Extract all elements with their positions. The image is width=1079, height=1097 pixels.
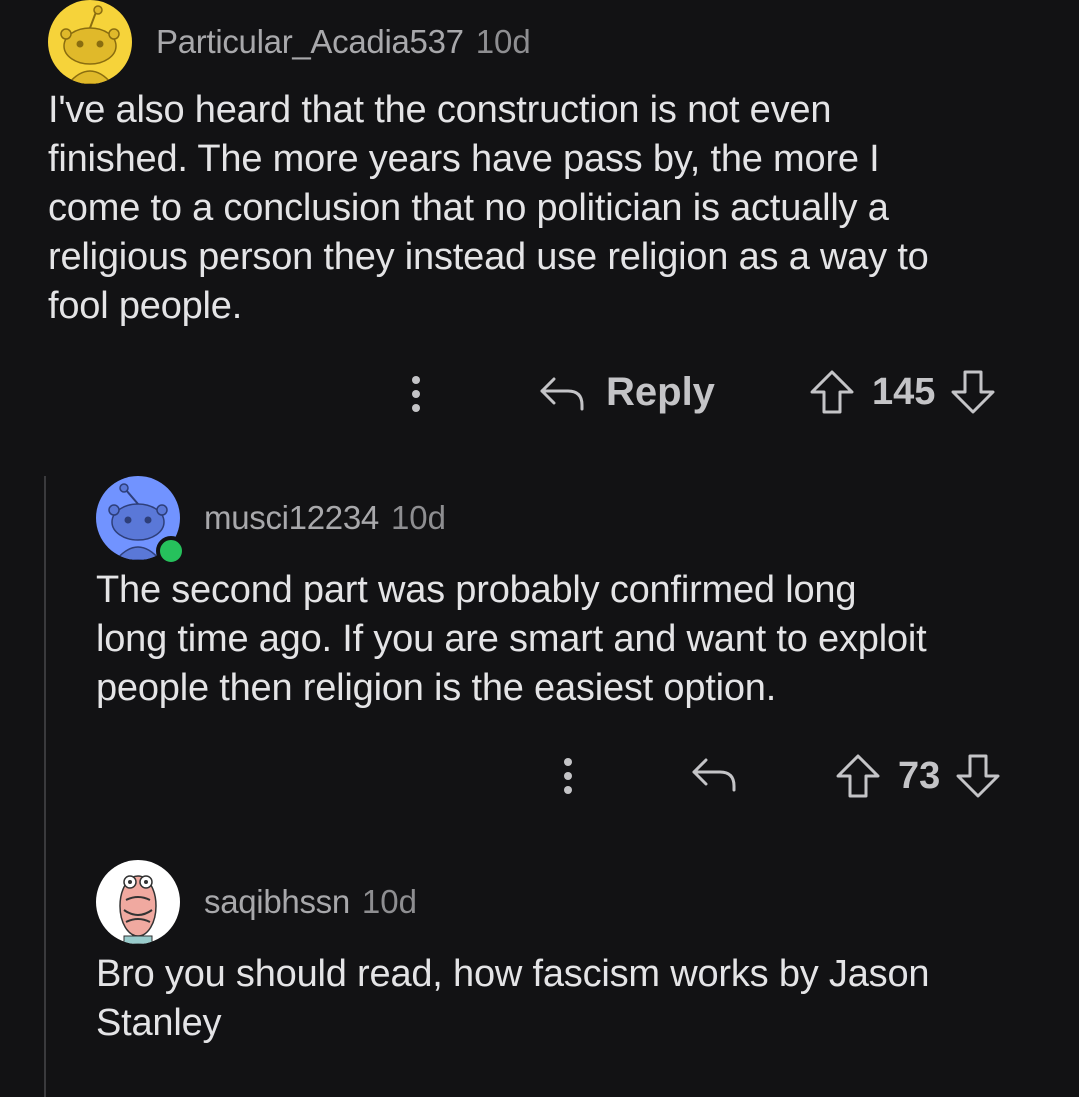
cartoon-face-avatar-icon (119, 875, 157, 944)
vote-score: 145 (872, 370, 936, 413)
comment-body: The second part was probably confirmed l… (96, 569, 927, 709)
reply-button[interactable]: Reply (538, 370, 715, 415)
upvote-button[interactable] (834, 752, 882, 800)
comment-age: 10d (475, 23, 531, 60)
more-options-button[interactable] (404, 370, 428, 418)
reply-arrow-icon (540, 377, 584, 410)
comment-header: musci12234 10d (96, 476, 447, 566)
vote-score: 73 (898, 754, 941, 797)
downvote-button[interactable] (949, 368, 997, 416)
comment-header: Particular_Acadia537 10d (48, 0, 531, 84)
more-options-button[interactable] (556, 752, 580, 800)
more-options-icon (564, 758, 572, 794)
upvote-arrow-icon (836, 754, 880, 798)
upvote-button[interactable] (808, 368, 856, 416)
avatar[interactable] (48, 0, 132, 84)
vote-controls: 73 (834, 752, 1002, 800)
downvote-button[interactable] (954, 752, 1002, 800)
downvote-arrow-icon (956, 754, 1000, 798)
username[interactable]: saqibhssn (204, 883, 350, 921)
comment-body: Bro you should read, how fascism works b… (96, 953, 930, 1044)
comment-actions: Reply 145 (0, 364, 1079, 424)
upvote-arrow-icon (810, 370, 854, 414)
downvote-arrow-icon (951, 370, 995, 414)
vote-controls: 145 (808, 368, 997, 416)
username[interactable]: Particular_Acadia537 (156, 23, 464, 61)
comment-age: 10d (361, 883, 417, 920)
reply-button[interactable] (690, 754, 738, 794)
comment-thread: Particular_Acadia537 10d I've also heard… (0, 0, 1079, 1097)
comment-age: 10d (390, 499, 447, 536)
online-status-icon (156, 536, 186, 566)
reply-label: Reply (606, 370, 715, 414)
snoo-avatar-icon (60, 5, 120, 84)
avatar-wrapper (96, 476, 186, 566)
comment-header: saqibhssn 10d (96, 860, 417, 944)
more-options-icon (412, 376, 420, 412)
reply-arrow-icon (692, 758, 736, 792)
avatar[interactable] (96, 860, 180, 944)
comment-body: I've also heard that the construction is… (48, 89, 929, 327)
username[interactable]: musci12234 (204, 499, 379, 537)
comment-actions: 73 (0, 746, 1079, 806)
